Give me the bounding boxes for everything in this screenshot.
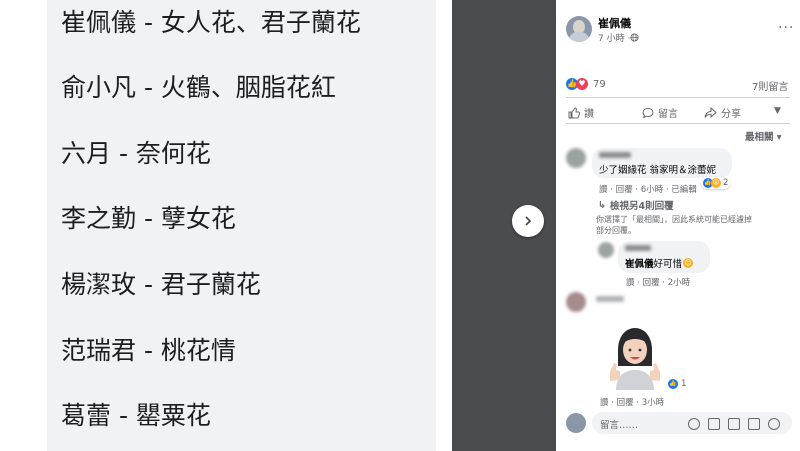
sticker-comment-meta[interactable]: 讚 · 回覆 · 3小時: [600, 396, 664, 408]
thumbs-up-girl-sticker: [610, 328, 660, 390]
list-item: 范瑞君 - 桃花情: [61, 336, 236, 365]
comment-icon: [642, 107, 654, 118]
my-avatar: [566, 413, 586, 433]
comment-reactions[interactable]: 👍 😮 2: [701, 177, 731, 189]
reply-arrow-icon: ↳: [598, 199, 606, 211]
commenter-avatar[interactable]: [566, 148, 586, 168]
divider: [566, 97, 790, 98]
share-icon: [704, 106, 717, 118]
comment-button[interactable]: 留言: [642, 105, 678, 120]
avatar[interactable]: [566, 16, 592, 42]
more-options-icon[interactable]: ···: [778, 20, 794, 36]
list-item: 楊潔玫 - 君子蘭花: [61, 270, 261, 299]
reply-tag: [625, 245, 651, 251]
like-label: 讚: [584, 109, 594, 120]
post-author[interactable]: 崔佩儀: [598, 15, 631, 31]
list-item: 葛蕾 - 罌粟花: [61, 401, 211, 430]
sticker-image[interactable]: [600, 320, 670, 390]
comment-reaction-count: 2: [723, 178, 729, 188]
comment-text: 少了姻緣花 翁家明＆涂蕾妮: [599, 165, 717, 176]
avatar-sticker-icon[interactable]: [768, 418, 780, 430]
globe-icon: [630, 33, 639, 42]
smile-emoji-icon: ☺: [683, 258, 694, 268]
reaction-count: 79: [593, 78, 606, 90]
love-reaction-icon: ♥: [576, 78, 588, 90]
name-list-panel: 崔佩儀 - 女人花、君子蘭花 俞小凡 - 火鶴、胭脂花紅 六月 - 奈何花 李之…: [47, 0, 436, 451]
list-item: 六月 - 奈何花: [61, 139, 211, 168]
post-timestamp[interactable]: 7 小時 ·: [598, 31, 630, 44]
like-button[interactable]: 讚: [568, 105, 594, 120]
sticker-icon[interactable]: [748, 418, 760, 430]
comment-meta[interactable]: 讚 · 回覆 · 6小時 · 已編輯: [599, 183, 697, 195]
reply-text: 好可惜: [653, 259, 683, 270]
post-time: 7 小時 ·: [598, 31, 639, 44]
commenter-avatar[interactable]: [566, 292, 586, 312]
sticker-reaction-count: 1: [681, 379, 687, 389]
like-reaction-icon: 👍: [668, 379, 678, 389]
audience-dropdown-icon[interactable]: ▼: [774, 106, 781, 116]
reply-content: 崔佩儀 好可惜 ☺: [625, 256, 694, 270]
commenter-name[interactable]: [596, 296, 624, 302]
facebook-post: 崔佩儀 7 小時 · ··· 👍 ♥ 79 7則留言 讚 留言 分享 ▼ 最相關…: [556, 0, 800, 451]
comment-bubble: 少了姻緣花 翁家明＆涂蕾妮: [592, 148, 732, 178]
view-more-replies-label: 檢視另4則回覆: [609, 201, 674, 212]
comments-count[interactable]: 7則留言: [752, 78, 788, 93]
sticker-reactions[interactable]: 👍 1: [668, 379, 686, 389]
emoji-icon[interactable]: [688, 418, 700, 430]
thumbs-up-icon: [568, 106, 580, 118]
comment-input-placeholder: 留言……: [600, 420, 639, 431]
reply-avatar[interactable]: [598, 242, 614, 258]
reply-bubble: 崔佩儀 好可惜 ☺: [618, 241, 710, 273]
divider: [566, 123, 790, 124]
comment-label: 留言: [658, 109, 678, 120]
list-item: 俞小凡 - 火鶴、胭脂花紅: [61, 73, 336, 102]
next-photo-button[interactable]: [512, 205, 544, 237]
view-more-replies[interactable]: ↳ 檢視另4則回覆: [598, 198, 674, 213]
sort-comments-dropdown[interactable]: 最相關 ▾: [745, 129, 782, 143]
commenter-name[interactable]: [599, 152, 631, 158]
reply-meta[interactable]: 讚 · 回覆 · 2小時: [626, 276, 690, 288]
reactions-summary[interactable]: 👍 ♥ 79: [566, 78, 606, 90]
chevron-right-icon: [525, 216, 532, 226]
filter-notice: 你選擇了「最相關」，因此系統可能已經濾掉部分回覆。: [596, 215, 752, 235]
reply-author[interactable]: 崔佩儀: [625, 256, 654, 270]
list-item: 崔佩儀 - 女人花、君子蘭花: [61, 8, 361, 37]
list-item: 李之勤 - 孽女花: [61, 204, 236, 233]
gif-icon[interactable]: [728, 418, 740, 430]
share-label: 分享: [721, 109, 741, 120]
wow-reaction-icon: 😮: [711, 178, 721, 188]
share-button[interactable]: 分享: [704, 105, 741, 120]
camera-icon[interactable]: [708, 418, 720, 430]
